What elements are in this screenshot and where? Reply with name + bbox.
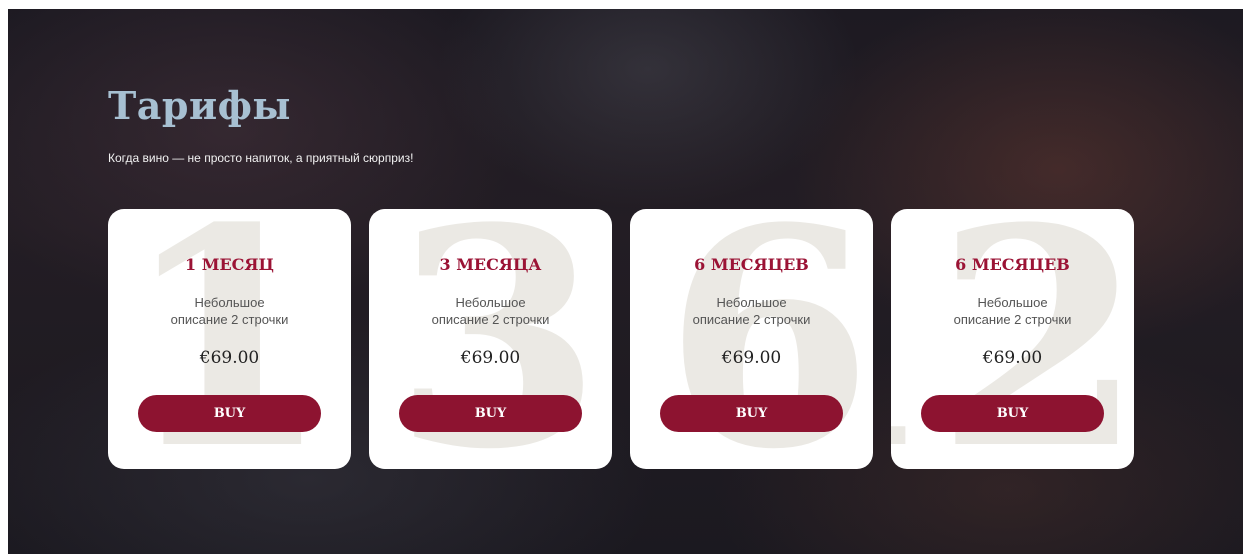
plan-description-line: описание 2 строчки: [953, 312, 1072, 327]
plan-title: 3 МЕСЯЦА: [439, 255, 542, 274]
buy-button[interactable]: BUY: [660, 395, 843, 432]
plan-description-line: Небольшое: [716, 295, 787, 310]
plan-description-line: Небольшое: [977, 295, 1048, 310]
plan-title: 6 МЕСЯЦЕВ: [694, 255, 809, 274]
plan-description-line: описание 2 строчки: [692, 312, 811, 327]
plan-content: 3 МЕСЯЦА Небольшое описание 2 строчки €6…: [369, 209, 612, 432]
section-title: Тарифы: [108, 83, 292, 128]
plan-price: €69.00: [460, 348, 521, 368]
plan-card-6-months: 6 6 МЕСЯЦЕВ Небольшое описание 2 строчки…: [630, 209, 873, 469]
plan-description: Небольшое описание 2 строчки: [891, 294, 1134, 328]
plan-description-line: Небольшое: [194, 295, 265, 310]
plan-description: Небольшое описание 2 строчки: [108, 294, 351, 328]
plan-content: 1 МЕСЯЦ Небольшое описание 2 строчки €69…: [108, 209, 351, 432]
buy-button[interactable]: BUY: [138, 395, 321, 432]
buy-button[interactable]: BUY: [399, 395, 582, 432]
plan-price: €69.00: [721, 348, 782, 368]
plan-card-12-months: 12 6 МЕСЯЦЕВ Небольшое описание 2 строчк…: [891, 209, 1134, 469]
plan-content: 6 МЕСЯЦЕВ Небольшое описание 2 строчки €…: [891, 209, 1134, 432]
plan-description-line: описание 2 строчки: [431, 312, 550, 327]
plan-card-3-months: 3 3 МЕСЯЦА Небольшое описание 2 строчки …: [369, 209, 612, 469]
plan-price: €69.00: [199, 348, 260, 368]
section-subtitle: Когда вино — не просто напиток, а приятн…: [108, 151, 414, 165]
plan-description-line: описание 2 строчки: [170, 312, 289, 327]
plan-description-line: Небольшое: [455, 295, 526, 310]
plan-description: Небольшое описание 2 строчки: [369, 294, 612, 328]
plan-description: Небольшое описание 2 строчки: [630, 294, 873, 328]
plan-content: 6 МЕСЯЦЕВ Небольшое описание 2 строчки €…: [630, 209, 873, 432]
plan-card-1-month: 1 1 МЕСЯЦ Небольшое описание 2 строчки €…: [108, 209, 351, 469]
pricing-section: Тарифы Когда вино — не просто напиток, а…: [8, 9, 1243, 554]
plan-title: 1 МЕСЯЦ: [185, 255, 274, 274]
plan-price: €69.00: [982, 348, 1043, 368]
plan-title: 6 МЕСЯЦЕВ: [955, 255, 1070, 274]
buy-button[interactable]: BUY: [921, 395, 1104, 432]
